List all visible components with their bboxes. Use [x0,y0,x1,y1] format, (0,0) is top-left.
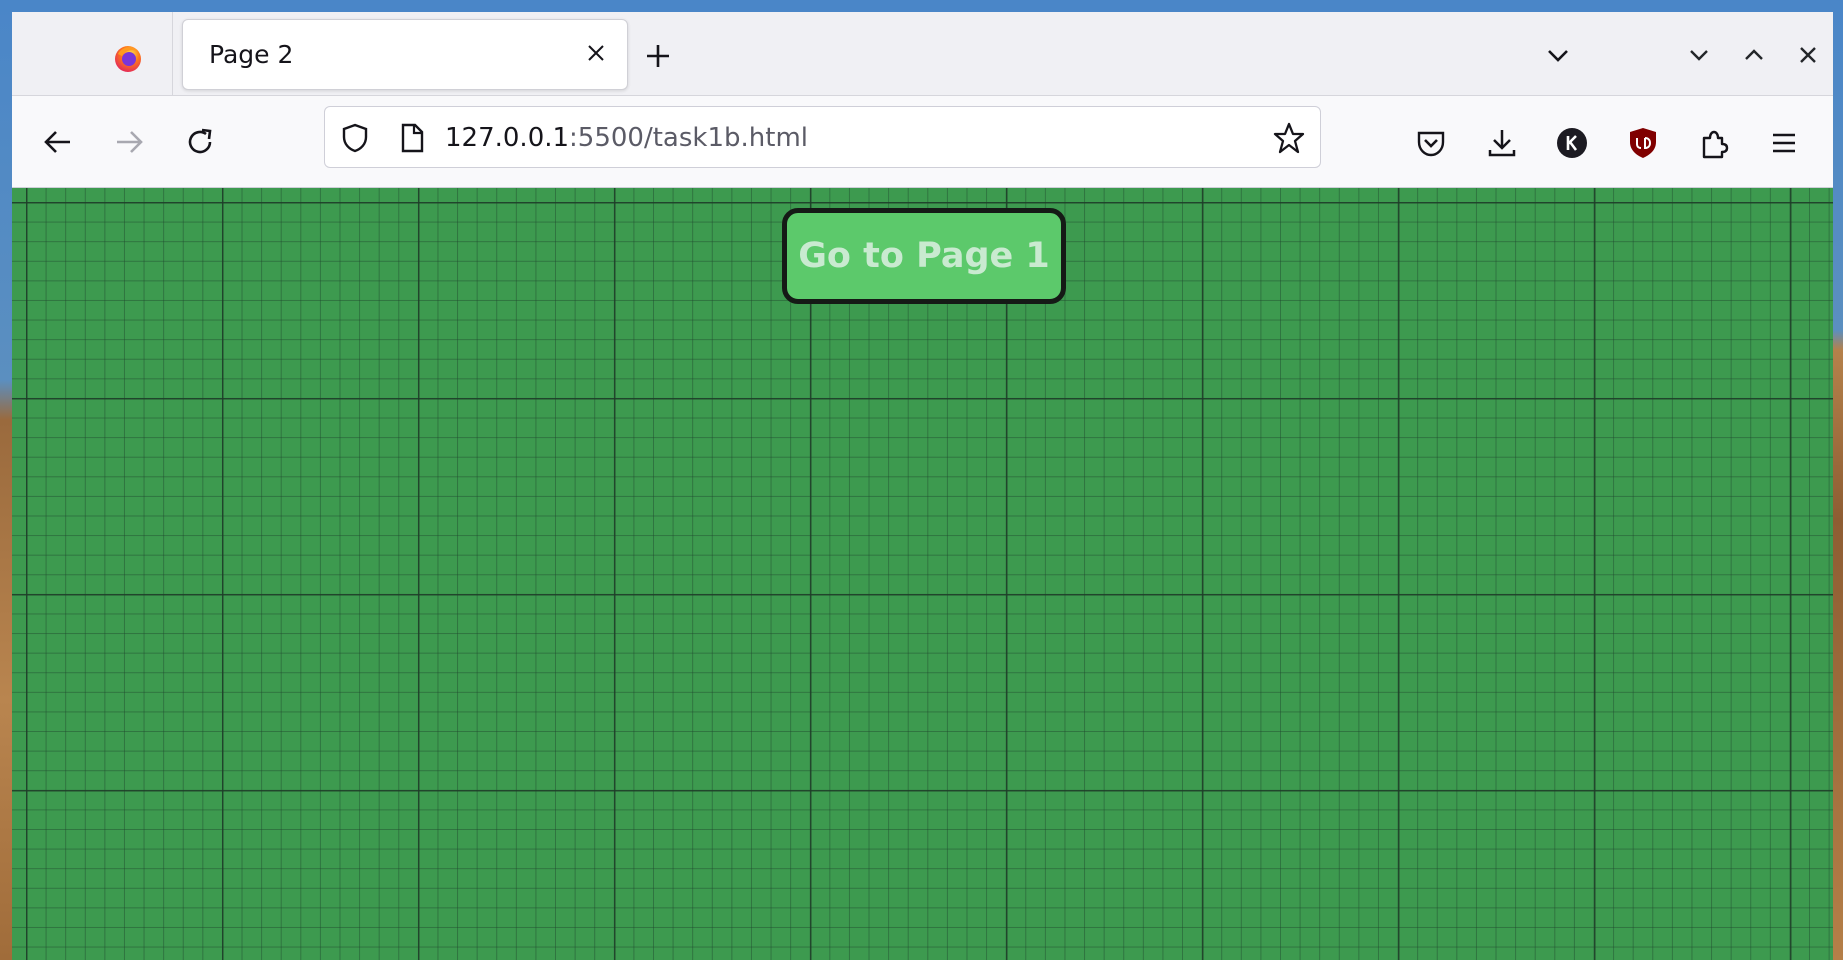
back-arrow-icon[interactable] [40,124,76,160]
navigation-toolbar: 127.0.0.1:5500/task1b.html [12,96,1833,188]
extensions-icon[interactable] [1697,126,1731,160]
firefox-icon [115,46,141,72]
close-tab-icon[interactable] [583,40,609,66]
minimize-icon[interactable] [1684,40,1714,70]
desktop-edge-right [1833,0,1843,960]
url-text[interactable]: 127.0.0.1:5500/task1b.html [445,122,808,154]
url-path: :5500/task1b.html [569,123,808,153]
desktop-edge-left [0,0,12,960]
tab-page-2[interactable]: Page 2 [182,19,628,90]
page-icon[interactable] [397,122,427,154]
shield-icon[interactable] [339,122,371,154]
page-content-grid: Go to Page 1 [12,188,1833,960]
go-to-page-1-button[interactable]: Go to Page 1 [782,208,1066,304]
window-close-icon[interactable] [1793,40,1823,70]
browser-window: Page 2 127.0.0.1:5500/task1b.html Go to … [12,12,1833,960]
maximize-icon[interactable] [1739,40,1769,70]
desktop-background [0,0,1843,12]
star-icon[interactable] [1272,121,1306,155]
url-host: 127.0.0.1 [445,123,570,153]
tab-strip: Page 2 [12,12,1833,96]
reload-icon[interactable] [182,124,218,160]
hamburger-menu-icon[interactable] [1767,126,1801,160]
ublock-shield-icon[interactable] [1626,126,1660,160]
account-avatar-icon[interactable] [1555,126,1589,160]
pocket-icon[interactable] [1414,126,1448,160]
new-tab-icon[interactable] [642,40,674,72]
tab-title: Page 2 [209,40,294,69]
tab-divider [172,12,173,96]
download-icon[interactable] [1485,126,1519,160]
address-bar[interactable]: 127.0.0.1:5500/task1b.html [324,106,1321,168]
forward-arrow-icon[interactable] [111,124,147,160]
chevron-down-icon[interactable] [1542,40,1574,72]
